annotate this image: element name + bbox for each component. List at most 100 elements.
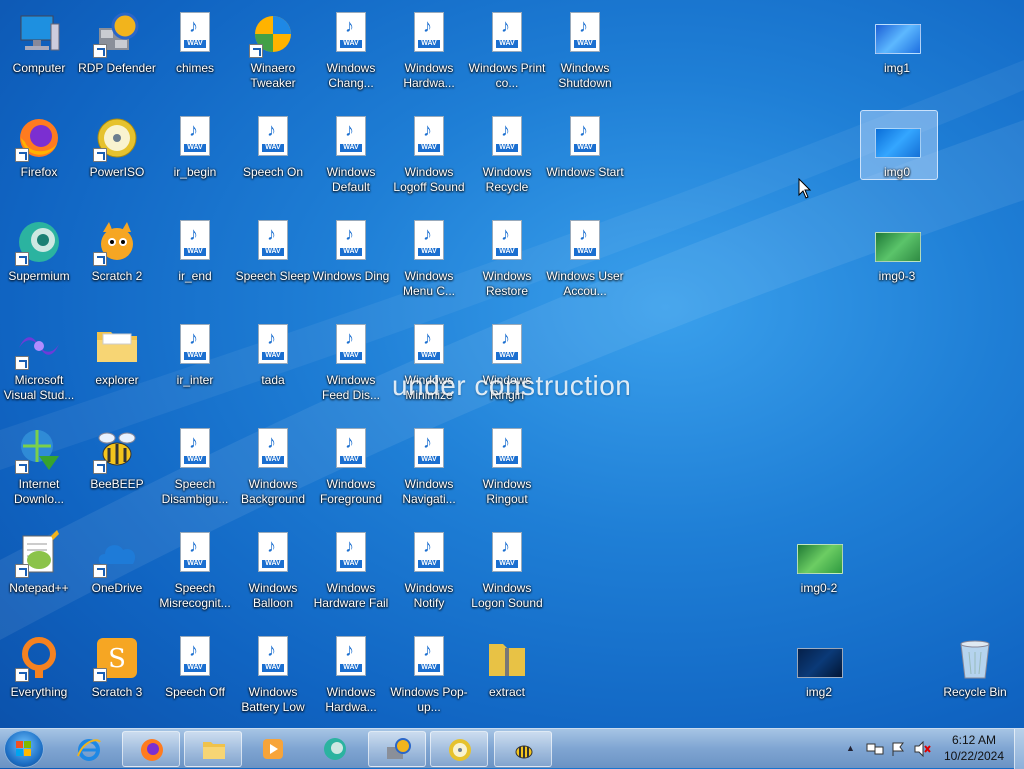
firefox-icon [139, 737, 165, 763]
desktop-icon-computer[interactable]: Computer [0, 6, 78, 106]
desktop-icon-label: Windows Default [326, 165, 376, 194]
start-button[interactable] [4, 730, 44, 768]
desktop-icon-notepad[interactable]: Notepad++ [0, 526, 78, 626]
desktop-icon-windows-background[interactable]: ♪ WAV Windows Background [234, 422, 312, 522]
desktop-icon-windows-ringout[interactable]: ♪ WAV Windows Ringout [468, 422, 546, 522]
desktop-icon-label: Computer [12, 61, 66, 75]
desktop-icon-windows-logoff-sound[interactable]: ♪ WAV Windows Logoff Sound [390, 110, 468, 210]
desktop-icon-label: Windows Balloon [248, 581, 298, 610]
wav-file-icon: ♪ WAV [405, 530, 453, 578]
desktop-icon-internet-downlo[interactable]: Internet Downlo... [0, 422, 78, 522]
desktop-icon-chimes[interactable]: ♪ WAV chimes [156, 6, 234, 106]
desktop-icon-label: Winaero Tweaker [250, 61, 296, 90]
wav-file-icon: ♪ WAV [249, 634, 297, 682]
desktop-icon-winaero-tweaker[interactable]: Winaero Tweaker [234, 6, 312, 106]
wav-file-icon: ♪ WAV [249, 426, 297, 474]
media-player-icon [260, 736, 286, 762]
desktop-icon-rdp-defender[interactable]: RDP Defender [78, 6, 156, 106]
desktop-icon-ir-inter[interactable]: ♪ WAV ir_inter [156, 318, 234, 418]
taskbar-explorer[interactable] [184, 731, 242, 767]
desktop-icon-windows-chang[interactable]: ♪ WAV Windows Chang... [312, 6, 390, 106]
desktop-icon-windows-balloon[interactable]: ♪ WAV Windows Balloon [234, 526, 312, 626]
desktop-icon-speech-sleep[interactable]: ♪ WAV Speech Sleep [234, 214, 312, 314]
desktop-icon-ir-end[interactable]: ♪ WAV ir_end [156, 214, 234, 314]
desktop-icon-windows-restore[interactable]: ♪ WAV Windows Restore [468, 214, 546, 314]
desktop-icon-windows-hardware-fail[interactable]: ♪ WAV Windows Hardware Fail [312, 526, 390, 626]
desktop-icon-img2[interactable]: img2 [780, 630, 858, 728]
desktop-icon-windows-pop-up[interactable]: ♪ WAV Windows Pop-up... [390, 630, 468, 728]
desktop-icon-label: Windows Ding [312, 269, 390, 283]
shortcut-arrow-icon [15, 148, 29, 162]
desktop-icon-windows-start[interactable]: ♪ WAV Windows Start [546, 110, 624, 210]
desktop-icon-speech-misrecognit[interactable]: ♪ WAV Speech Misrecognit... [156, 526, 234, 626]
desktop-icon-explorer[interactable]: explorer [78, 318, 156, 418]
desktop-icon-speech-disambigu[interactable]: ♪ WAV Speech Disambigu... [156, 422, 234, 522]
desktop[interactable]: under construction Computer RDP Defender ♪… [0, 0, 1024, 728]
taskbar-rdp-defender[interactable] [368, 731, 426, 767]
wav-file-icon: ♪ WAV [171, 10, 219, 58]
desktop-icon-windows-feed-dis[interactable]: ♪ WAV Windows Feed Dis... [312, 318, 390, 418]
winaero-icon [249, 10, 297, 58]
desktop-icon-onedrive[interactable]: OneDrive [78, 526, 156, 626]
desktop-icon-firefox[interactable]: Firefox [0, 110, 78, 210]
shortcut-arrow-icon [15, 252, 29, 266]
desktop-icon-label: Windows Minimize [404, 373, 454, 402]
desktop-icon-windows-ding[interactable]: ♪ WAV Windows Ding [312, 214, 390, 314]
desktop-icon-windows-shutdown[interactable]: ♪ WAV Windows Shutdown [546, 6, 624, 106]
desktop-icon-ir-begin[interactable]: ♪ WAV ir_begin [156, 110, 234, 210]
desktop-icon-beebeep[interactable]: BeeBEEP [78, 422, 156, 522]
wav-file-icon: ♪ WAV [249, 530, 297, 578]
poweriso-icon [93, 114, 141, 162]
desktop-icon-speech-off[interactable]: ♪ WAV Speech Off [156, 630, 234, 728]
wav-file-icon: ♪ WAV [171, 322, 219, 370]
desktop-icon-poweriso[interactable]: PowerISO [78, 110, 156, 210]
supermium-icon [15, 218, 63, 266]
desktop-icon-windows-foreground[interactable]: ♪ WAV Windows Foreground [312, 422, 390, 522]
system-clock[interactable]: 6:12 AM 10/22/2024 [935, 732, 1013, 764]
desktop-icon-everything[interactable]: Everything [0, 630, 78, 728]
desktop-icon-windows-minimize[interactable]: ♪ WAV Windows Minimize [390, 318, 468, 418]
show-desktop-button[interactable] [1014, 729, 1024, 769]
desktop-icon-windows-navigati[interactable]: ♪ WAV Windows Navigati... [390, 422, 468, 522]
volume-muted-icon[interactable] [914, 740, 932, 760]
taskbar-beebeep[interactable] [494, 731, 552, 767]
desktop-icon-img0-3[interactable]: img0-3 [858, 214, 936, 314]
desktop-icon-tada[interactable]: ♪ WAV tada [234, 318, 312, 418]
taskbar-firefox[interactable] [122, 731, 180, 767]
taskbar-media-player[interactable] [244, 731, 302, 767]
desktop-icon-img0[interactable]: img0 [858, 110, 938, 210]
desktop-icon-windows-battery-low[interactable]: ♪ WAV Windows Battery Low [234, 630, 312, 728]
wav-file-icon: ♪ WAV [249, 114, 297, 162]
desktop-icon-windows-logon-sound[interactable]: ♪ WAV Windows Logon Sound [468, 526, 546, 626]
desktop-icon-speech-on[interactable]: ♪ WAV Speech On [234, 110, 312, 210]
taskbar-supermium[interactable] [306, 731, 364, 767]
desktop-icon-supermium[interactable]: Supermium [0, 214, 78, 314]
taskbar-poweriso[interactable] [430, 731, 488, 767]
desktop-icon-windows-recycle[interactable]: ♪ WAV Windows Recycle [468, 110, 546, 210]
taskbar-internet-explorer[interactable] [60, 731, 118, 767]
desktop-icon-windows-print-co[interactable]: ♪ WAV Windows Print co... [468, 6, 546, 106]
desktop-icon-windows-menu-c[interactable]: ♪ WAV Windows Menu C... [390, 214, 468, 314]
desktop-icon-windows-hardwa[interactable]: ♪ WAV Windows Hardwa... [312, 630, 390, 728]
show-hidden-icons-button[interactable]: ▲ [846, 743, 855, 753]
desktop-icon-img1[interactable]: img1 [858, 6, 936, 106]
action-center-flag-icon[interactable] [890, 741, 906, 760]
wav-file-icon: ♪ WAV [405, 634, 453, 682]
firefox-icon [15, 114, 63, 162]
desktop-icon-windows-user-accou[interactable]: ♪ WAV Windows User Accou... [546, 214, 624, 314]
desktop-icon-img0-2[interactable]: img0-2 [780, 526, 858, 626]
desktop-icon-scratch-2[interactable]: Scratch 2 [78, 214, 156, 314]
windows-logo-icon [16, 741, 31, 756]
desktop-icon-recycle-bin[interactable]: Recycle Bin [936, 630, 1014, 728]
shortcut-arrow-icon [15, 460, 29, 474]
desktop-icon-windows-hardwa[interactable]: ♪ WAV Windows Hardwa... [390, 6, 468, 106]
desktop-icon-windows-default[interactable]: ♪ WAV Windows Default [312, 110, 390, 210]
desktop-icon-label: Internet Downlo... [13, 477, 65, 506]
desktop-icon-extract[interactable]: extract [468, 630, 546, 728]
desktop-icon-microsoft-visual-stud[interactable]: Microsoft Visual Stud... [0, 318, 78, 418]
wav-file-icon: ♪ WAV [327, 218, 375, 266]
desktop-icon-windows-notify[interactable]: ♪ WAV Windows Notify [390, 526, 468, 626]
network-icon[interactable] [866, 741, 884, 760]
desktop-icon-scratch-3[interactable]: S Scratch 3 [78, 630, 156, 728]
desktop-icon-windows-ringin[interactable]: ♪ WAV Windows Ringin [468, 318, 546, 418]
